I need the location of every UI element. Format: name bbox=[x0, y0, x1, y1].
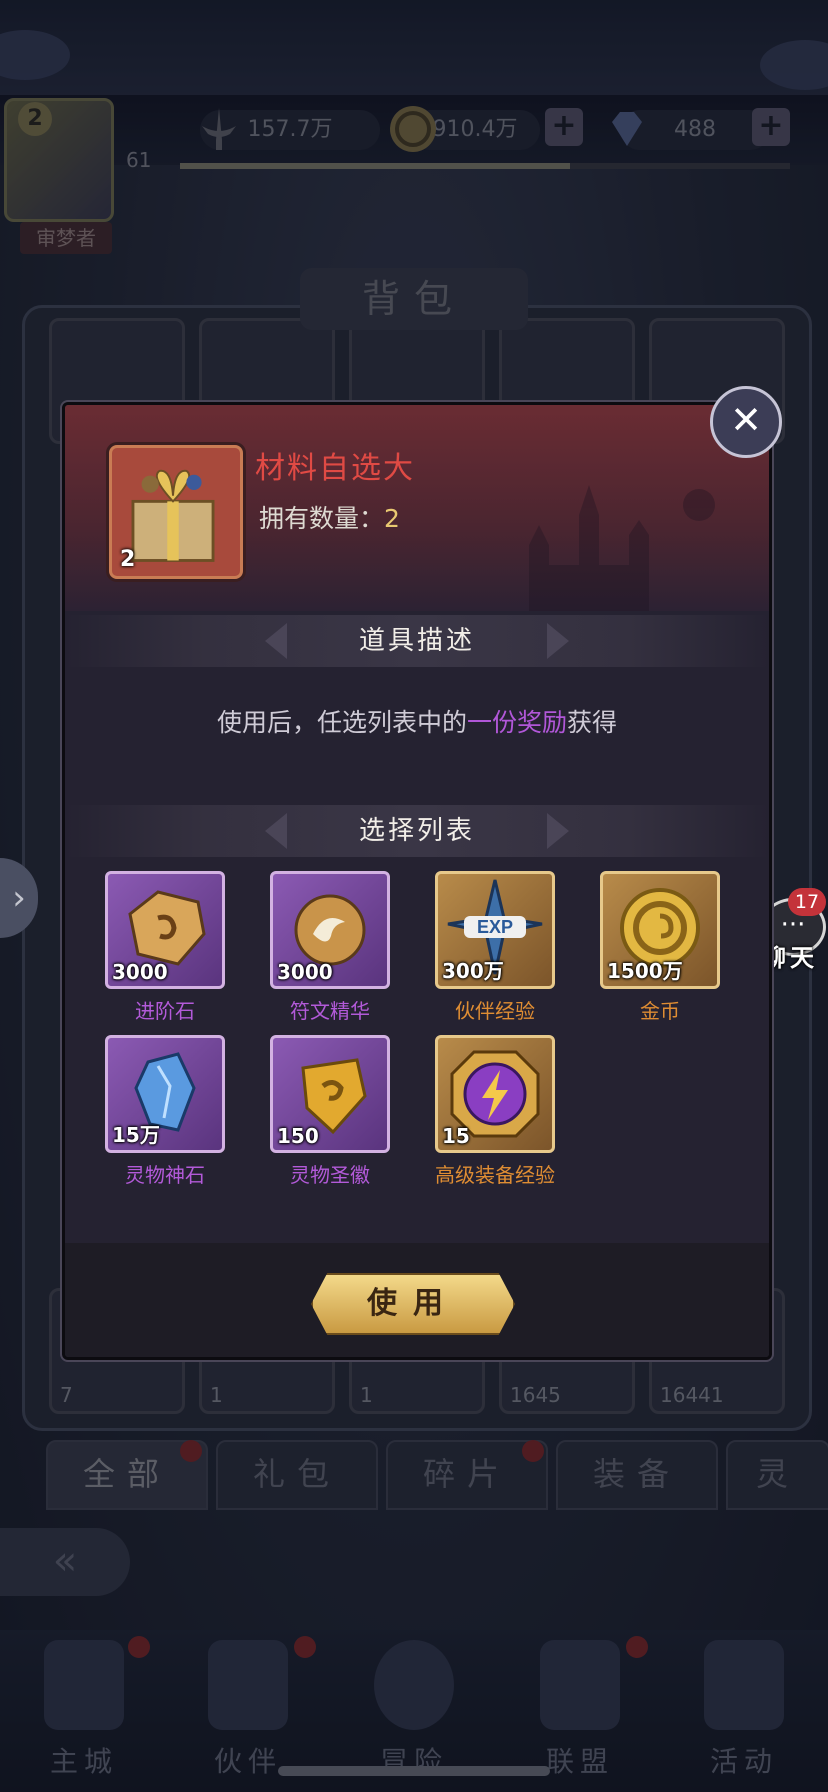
reward-amount: 1500万 bbox=[607, 959, 683, 983]
svg-text:EXP: EXP bbox=[477, 917, 513, 937]
reward-option[interactable]: 15万 灵物神石 bbox=[105, 1035, 225, 1187]
reward-amount: 300万 bbox=[442, 959, 504, 983]
reward-name: 高级装备经验 bbox=[435, 1163, 555, 1187]
reward-amount: 15万 bbox=[112, 1123, 160, 1147]
reward-frame: 150 bbox=[270, 1035, 390, 1153]
reward-name: 灵物神石 bbox=[125, 1163, 205, 1187]
reward-amount: 3000 bbox=[277, 960, 333, 984]
reward-frame: 3000 bbox=[105, 871, 225, 989]
reward-frame: 1500万 bbox=[600, 871, 720, 989]
close-button[interactable]: ✕ bbox=[710, 386, 782, 458]
reward-frame: 15万 bbox=[105, 1035, 225, 1153]
reward-frame: 15 bbox=[435, 1035, 555, 1153]
reward-name: 灵物圣徽 bbox=[290, 1163, 370, 1187]
selection-list-header: 选择列表 bbox=[65, 805, 769, 857]
castle-silhouette-icon bbox=[529, 485, 715, 611]
reward-option[interactable]: 3000 进阶石 bbox=[105, 871, 225, 1023]
reward-frame: EXP 300万 bbox=[435, 871, 555, 989]
owned-quantity: 拥有数量：2 bbox=[259, 504, 400, 533]
item-name: 材料自选大 bbox=[255, 451, 415, 486]
reward-name: 伙伴经验 bbox=[455, 999, 535, 1023]
reward-option[interactable]: 15 高级装备经验 bbox=[435, 1035, 555, 1187]
reward-amount: 15 bbox=[442, 1124, 470, 1148]
reward-name: 符文精华 bbox=[290, 999, 370, 1023]
item-icon-frame: 2 bbox=[109, 445, 243, 579]
item-quantity-badge: 2 bbox=[120, 547, 136, 572]
description-section-header: 道具描述 bbox=[65, 615, 769, 667]
chat-unread-badge: 17 bbox=[788, 888, 826, 916]
reward-option[interactable]: 150 灵物圣徽 bbox=[270, 1035, 390, 1187]
reward-option[interactable]: 1500万 金币 bbox=[600, 871, 720, 1023]
reward-option[interactable]: EXP 300万 伙伴经验 bbox=[435, 871, 555, 1023]
modal-header: 2 材料自选大 拥有数量：2 bbox=[65, 405, 769, 611]
use-button[interactable]: 使用 bbox=[311, 1273, 515, 1335]
reward-amount: 3000 bbox=[112, 960, 168, 984]
reward-frame: 3000 bbox=[270, 871, 390, 989]
item-description: 使用后，任选列表中的一份奖励获得 bbox=[216, 708, 618, 737]
section-title: 选择列表 bbox=[358, 816, 475, 846]
reward-amount: 150 bbox=[277, 1124, 319, 1148]
reward-option[interactable]: 3000 符文精华 bbox=[270, 871, 390, 1023]
reward-name: 金币 bbox=[640, 999, 680, 1023]
reward-name: 进阶石 bbox=[135, 999, 195, 1023]
item-detail-modal: 2 材料自选大 拥有数量：2 道具描述 使用后，任选列表中的一份奖励获得 选择列… bbox=[62, 402, 772, 1360]
section-title: 道具描述 bbox=[358, 626, 475, 656]
